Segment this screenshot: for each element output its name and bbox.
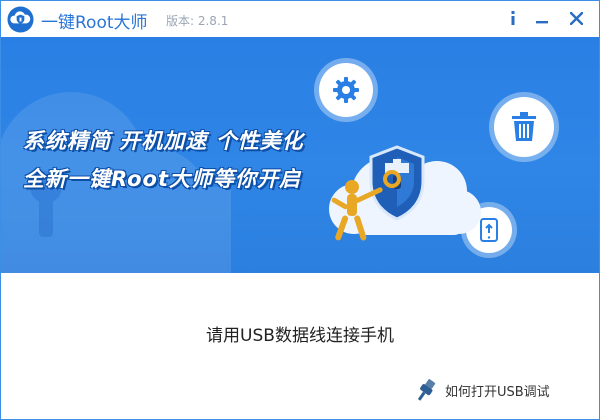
- minimize-icon: [536, 21, 548, 24]
- minimize-button[interactable]: [529, 5, 555, 31]
- feature-settings: [319, 63, 373, 117]
- usb-debug-help-label: 如何打开USB调试: [445, 384, 550, 400]
- slogan-line-2: 全新一键Root大师等你开启: [23, 167, 302, 191]
- info-button[interactable]: [500, 5, 526, 31]
- title-bar[interactable]: 一键Root大师 版本: 2.8.1: [1, 1, 599, 37]
- app-window: 一键Root大师 版本: 2.8.1 系统精简 开机加速 个性美化 全新一键Ro…: [0, 0, 600, 420]
- app-logo-icon: [7, 6, 34, 33]
- app-title: 一键Root大师: [41, 13, 148, 33]
- usb-cable-icon: [417, 379, 436, 401]
- gear-icon: [333, 77, 359, 103]
- trash-icon: [512, 112, 536, 141]
- connect-phone-prompt: 请用USB数据线连接手机: [206, 326, 394, 346]
- feature-cleanup: [494, 97, 554, 157]
- promo-banner: 系统精简 开机加速 个性美化 全新一键Root大师等你开启: [1, 37, 599, 273]
- slogan-line-1: 系统精简 开机加速 个性美化: [23, 129, 304, 153]
- info-icon: [511, 11, 515, 25]
- app-version: 版本: 2.8.1: [166, 14, 229, 28]
- cloud-shield-illustration: [329, 145, 481, 241]
- close-icon: [569, 11, 583, 25]
- close-button[interactable]: [563, 5, 589, 31]
- usb-debug-help-link[interactable]: 如何打开USB调试: [413, 378, 550, 402]
